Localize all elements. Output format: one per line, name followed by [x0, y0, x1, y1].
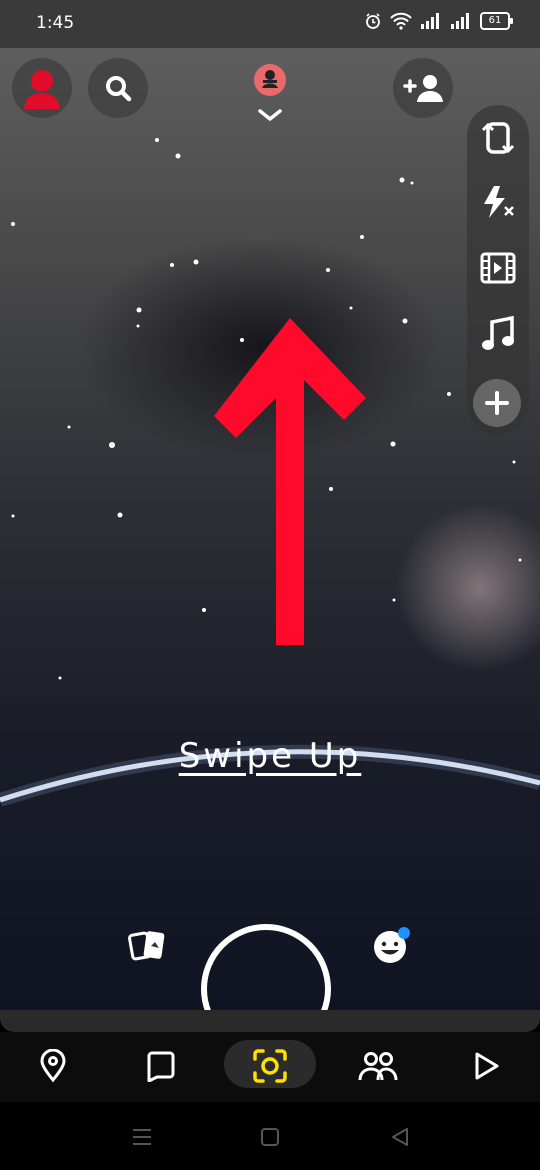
video-icon — [480, 252, 516, 284]
memories-button[interactable] — [124, 923, 170, 969]
lenses-icon — [374, 927, 410, 963]
wifi-icon — [390, 12, 412, 30]
status-icons: 61 — [364, 12, 513, 30]
spotlight-icon — [475, 1052, 499, 1080]
signal-icon-2 — [451, 13, 469, 29]
search-icon — [106, 76, 132, 102]
flash-button[interactable] — [479, 183, 517, 221]
bottom-navigation — [0, 1032, 540, 1102]
system-back-button[interactable] — [386, 1124, 414, 1150]
flip-camera-button[interactable] — [479, 119, 517, 157]
stories-icon — [358, 1052, 398, 1081]
chat-icon — [147, 1051, 175, 1082]
nav-spotlight[interactable] — [462, 1044, 510, 1088]
flash-off-icon — [484, 186, 514, 218]
camera-icon — [253, 1049, 287, 1083]
lenses-button[interactable] — [368, 923, 414, 969]
battery-indicator: 61 — [480, 12, 513, 30]
map-icon — [40, 1049, 66, 1083]
add-friend-button[interactable] — [393, 58, 453, 118]
swipe-up-label: Swipe Up — [178, 736, 362, 776]
video-mode-button[interactable] — [479, 249, 517, 287]
nav-stories[interactable] — [354, 1044, 402, 1088]
nav-chat[interactable] — [137, 1044, 185, 1088]
flip-camera-icon — [481, 122, 515, 154]
memories-icon — [128, 931, 165, 961]
add-friend-icon — [403, 75, 443, 102]
starfield — [0, 138, 540, 807]
home-icon — [261, 1128, 279, 1146]
system-menu-button[interactable] — [128, 1124, 156, 1150]
more-tools-button[interactable] — [473, 379, 521, 427]
camera-viewfinder[interactable]: Swipe Up — [0, 48, 540, 1031]
alarm-icon — [366, 13, 380, 29]
system-home-button[interactable] — [256, 1124, 284, 1150]
music-icon — [482, 316, 514, 350]
swipe-up-arrow — [214, 318, 366, 645]
chevron-down-button[interactable] — [256, 106, 284, 124]
avatar-button[interactable] — [12, 58, 72, 118]
system-navigation-bar — [0, 1102, 540, 1170]
status-bar: 1:45 61 — [0, 0, 540, 48]
profile-badge[interactable] — [252, 62, 288, 98]
music-button[interactable] — [479, 315, 517, 353]
nav-map[interactable] — [29, 1044, 77, 1088]
camera-tools-rail — [467, 105, 529, 435]
chevron-down-icon — [258, 109, 282, 121]
status-time: 1:45 — [36, 13, 75, 33]
profile-badge-icon — [254, 64, 286, 96]
avatar-icon — [24, 70, 60, 109]
nav-camera[interactable] — [246, 1044, 294, 1088]
plus-icon — [485, 391, 509, 415]
viewfinder-bottom-edge — [0, 1010, 540, 1032]
search-button[interactable] — [88, 58, 148, 118]
signal-icon — [421, 13, 439, 29]
menu-icon — [133, 1129, 151, 1145]
back-icon — [392, 1128, 408, 1146]
